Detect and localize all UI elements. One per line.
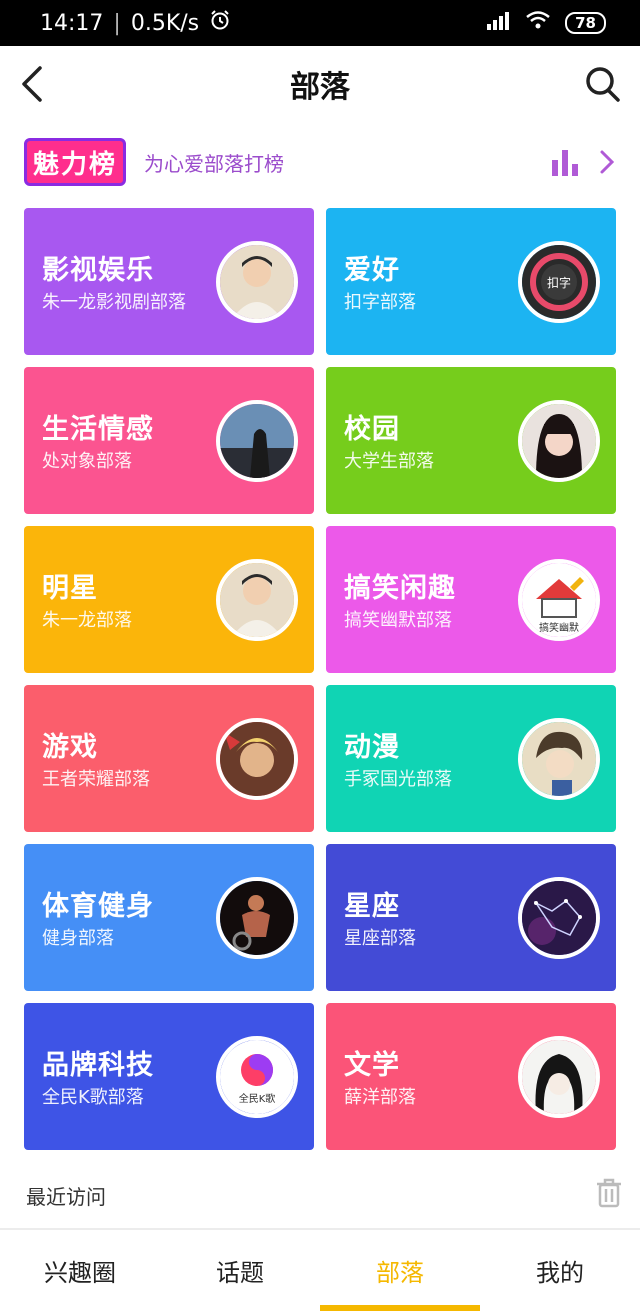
category-subtitle: 朱一龙部落 (42, 610, 132, 631)
person-icon (216, 559, 298, 641)
category-subtitle: 王者荣耀部落 (42, 769, 150, 790)
svg-text:扣字: 扣字 (547, 275, 571, 290)
tab-item[interactable]: 部落 (320, 1230, 480, 1311)
tab-label: 我的 (536, 1259, 584, 1287)
network-speed: 0.5K/s (130, 10, 200, 36)
category-subtitle: 搞笑幽默部落 (344, 610, 452, 631)
silhouette-icon (216, 400, 298, 482)
bar-chart-icon (552, 150, 578, 176)
category-subtitle: 扣字部落 (344, 292, 416, 313)
anime-icon (518, 718, 600, 800)
status-bar: 14:17 | 0.5K/s 78 (0, 0, 640, 46)
tab-item[interactable]: 兴趣圈 (0, 1230, 160, 1311)
charm-ranking-logo: 魅力榜 (24, 138, 126, 186)
category-subtitle: 朱一龙影视剧部落 (42, 292, 186, 313)
category-subtitle: 处对象部落 (42, 451, 132, 472)
tab-item[interactable]: 我的 (480, 1230, 640, 1311)
category-title: 搞笑闲趣 (344, 573, 456, 604)
recent-visits-row: 最近访问 (26, 1170, 622, 1220)
category-title: 星座 (344, 891, 400, 922)
ink-portrait-icon (518, 1036, 600, 1118)
category-subtitle: 健身部落 (42, 928, 114, 949)
nav-bar: 部落 (0, 46, 640, 122)
category-title: 体育健身 (42, 891, 154, 922)
chevron-right-icon (600, 150, 615, 174)
app-logo-icon: 全民K歌 (216, 1036, 298, 1118)
charm-ranking-banner[interactable]: 魅力榜 为心爱部落打榜 (24, 134, 616, 190)
svg-text:全民K歌: 全民K歌 (239, 1092, 276, 1105)
category-card[interactable]: 搞笑闲趣搞笑幽默部落搞笑幽默 (326, 526, 616, 673)
clear-recent-button[interactable] (596, 1178, 622, 1212)
category-card[interactable]: 动漫 手冢国光部落 (326, 685, 616, 832)
category-card[interactable]: 游戏 王者荣耀部落 (24, 685, 314, 832)
svg-text:搞笑幽默: 搞笑幽默 (539, 621, 579, 634)
recent-visits-label: 最近访问 (26, 1184, 106, 1209)
fitness-icon (216, 877, 298, 959)
category-title: 动漫 (344, 732, 400, 763)
category-subtitle: 全民K歌部落 (42, 1087, 144, 1108)
tab-item[interactable]: 话题 (160, 1230, 320, 1311)
girl-icon (518, 400, 600, 482)
category-card[interactable]: 星座 星座部落 (326, 844, 616, 991)
back-button[interactable] (16, 64, 50, 104)
alarm-icon (209, 9, 231, 37)
tab-label: 兴趣圈 (44, 1259, 116, 1287)
tab-label: 部落 (376, 1259, 424, 1287)
category-subtitle: 大学生部落 (344, 451, 434, 472)
category-card[interactable]: 爱好扣字部落 扣字 (326, 208, 616, 355)
category-grid: 影视娱乐 朱一龙影视剧部落 爱好 扣字部落 扣字 生活情感 处对象部落 校园 大学生部落 明星 朱一… (24, 208, 616, 1150)
category-subtitle: 薛洋部落 (344, 1087, 416, 1108)
category-title: 游戏 (42, 732, 98, 763)
category-card[interactable]: 品牌科技全民K歌部落 全民K歌 (24, 1003, 314, 1150)
category-title: 爱好 (344, 255, 400, 286)
wifi-icon (525, 10, 551, 36)
category-title: 校园 (344, 414, 400, 445)
house-pencil-icon: 搞笑幽默 (518, 559, 600, 641)
category-title: 影视娱乐 (42, 255, 154, 286)
banner-text: 为心爱部落打榜 (144, 151, 284, 176)
page-title: 部落 (290, 70, 350, 105)
category-subtitle: 星座部落 (344, 928, 416, 949)
search-icon (586, 67, 620, 102)
category-card[interactable]: 影视娱乐朱一龙影视剧部落 (24, 208, 314, 355)
category-card[interactable]: 校园 大学生部落 (326, 367, 616, 514)
category-card[interactable]: 体育健身 健身部落 (24, 844, 314, 991)
category-subtitle: 手冢国光部落 (344, 769, 452, 790)
category-title: 明星 (42, 573, 98, 604)
category-card[interactable]: 文学 薛洋部落 (326, 1003, 616, 1150)
gauge-icon: 扣字 (518, 241, 600, 323)
signal-icon (485, 10, 511, 36)
category-title: 文学 (344, 1050, 400, 1081)
category-card[interactable]: 明星 朱一龙部落 (24, 526, 314, 673)
person-icon (216, 241, 298, 323)
game-hero-icon (216, 718, 298, 800)
status-time: 14:17 (40, 10, 104, 36)
tab-label: 话题 (216, 1259, 264, 1287)
battery-icon: 78 (565, 12, 606, 34)
bottom-tab-bar: 兴趣圈 话题 部落 我的 (0, 1230, 640, 1311)
chevron-left-icon (22, 66, 42, 102)
category-card[interactable]: 生活情感 处对象部落 (24, 367, 314, 514)
constellation-icon (518, 877, 600, 959)
category-title: 生活情感 (42, 414, 154, 445)
search-button[interactable] (584, 64, 622, 104)
category-title: 品牌科技 (42, 1050, 154, 1081)
trash-icon (597, 1178, 621, 1208)
